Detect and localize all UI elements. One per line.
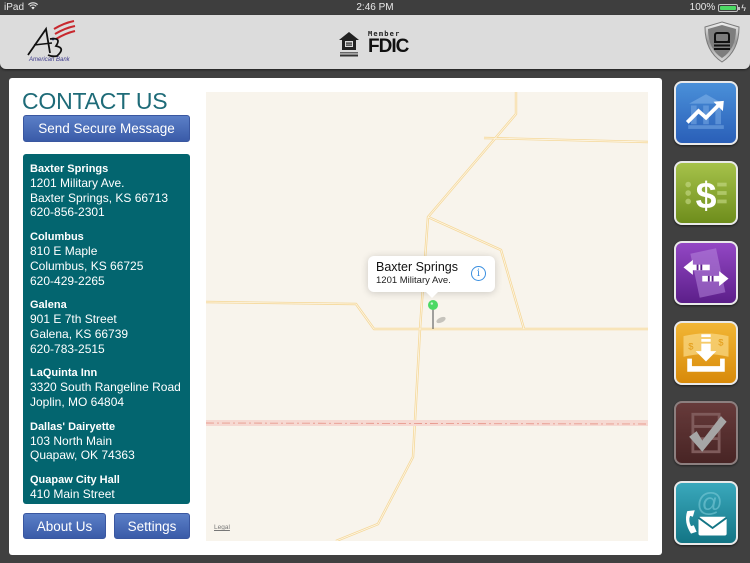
svg-text:$: $ (718, 338, 724, 348)
location-address: 410 Main Street (30, 487, 115, 502)
bank-name: American Bank (29, 57, 70, 63)
map-pin-icon (428, 300, 446, 329)
location-name: LaQuinta Inn (30, 367, 98, 380)
location-address: 3320 South Rangeline Road (30, 380, 181, 395)
info-icon[interactable]: i (471, 266, 486, 281)
map-callout[interactable]: Baxter Springs 1201 Military Ave. i (368, 256, 495, 298)
ab-logo-icon (27, 20, 76, 58)
location-item[interactable]: Baxter Springs 1201 Military Ave. Baxter… (30, 162, 183, 220)
phone-mail-icon: @ (686, 487, 728, 536)
app-header: American Bank Member FDIC (0, 15, 750, 69)
location-address: 810 E Maple (30, 244, 98, 259)
clock: 2:46 PM (356, 2, 394, 13)
american-bank-logo: American Bank (24, 19, 80, 67)
location-city: Baxter Springs, KS 66713 (30, 190, 169, 205)
checkmark-icon (689, 412, 727, 454)
location-item[interactable]: Dallas' Dairyette 103 North Main Quapaw,… (30, 420, 183, 463)
location-item[interactable]: Quapaw City Hall 410 Main Street (30, 473, 183, 502)
transfer-arrows-icon (683, 248, 729, 298)
status-bar: iPad 2:46 PM 100% ϟ (0, 0, 750, 15)
secure-lock-button[interactable] (702, 21, 742, 63)
nav-approvals-button[interactable] (674, 401, 738, 465)
callout-subtitle: 1201 Military Ave. (376, 275, 451, 286)
contact-panel: CONTACT US Send Secure Message Baxter Sp… (9, 78, 662, 555)
fdic-badge: Member FDIC (368, 30, 412, 56)
location-phone[interactable]: 620-783-2515 (30, 342, 183, 357)
location-city: Galena, KS 66739 (30, 326, 129, 341)
map-view[interactable]: Baxter Springs 1201 Military Ave. i Lega… (206, 92, 648, 541)
location-city: Columbus, KS 66725 (30, 258, 144, 273)
svg-text:$: $ (688, 341, 694, 351)
location-name: Columbus (30, 231, 84, 244)
deposit-download-icon: $ $ (683, 333, 729, 372)
svg-text:@: @ (696, 487, 723, 517)
nav-accounts-button[interactable] (674, 81, 738, 145)
page-title: CONTACT US (22, 88, 168, 114)
send-secure-message-button[interactable]: Send Secure Message (23, 115, 190, 142)
road (335, 92, 518, 541)
location-phone[interactable]: 620-856-2301 (30, 205, 183, 220)
bank-chart-icon (685, 94, 724, 129)
about-us-button[interactable]: About Us (23, 513, 106, 539)
fdic-label: FDIC (368, 36, 409, 57)
location-name: Dallas' Dairyette (30, 420, 116, 433)
location-address: 901 E 7th Street (30, 312, 117, 327)
shield-lock-icon (704, 21, 740, 63)
nav-transfers-button[interactable] (674, 241, 738, 305)
location-item[interactable]: Columbus 810 E Maple Columbus, KS 66725 … (30, 230, 183, 288)
location-address: 103 North Main (30, 433, 113, 448)
settings-button[interactable]: Settings (114, 513, 190, 539)
location-city: Joplin, MO 64804 (30, 395, 125, 410)
location-name: Galena (30, 299, 67, 312)
charging-icon: ϟ (741, 2, 746, 13)
nav-contact-button[interactable]: @ (674, 481, 738, 545)
location-address: 1201 Military Ave. (30, 176, 125, 190)
location-phone[interactable]: 620-429-2265 (30, 274, 183, 289)
nav-deposit-button[interactable]: $ $ (674, 321, 738, 385)
nav-bill-pay-button[interactable]: $ (674, 161, 738, 225)
svg-text:$: $ (696, 174, 717, 216)
location-item[interactable]: Galena 901 E 7th Street Galena, KS 66739… (30, 298, 183, 356)
location-name: Baxter Springs (30, 163, 109, 175)
battery-percent: 100% (689, 2, 716, 13)
road (206, 300, 648, 331)
location-city: Quapaw, OK 74363 (30, 448, 135, 463)
map-pin[interactable] (428, 300, 446, 330)
battery-icon (718, 3, 741, 12)
location-name: Quapaw City Hall (30, 474, 120, 487)
map-legal-link[interactable]: Legal (214, 524, 230, 531)
map-roads (206, 92, 648, 541)
dollar-icon: $ (685, 174, 727, 216)
locations-list[interactable]: Baxter Springs 1201 Military Ave. Baxter… (23, 154, 190, 504)
equal-housing-lender-icon (338, 31, 360, 57)
location-item[interactable]: LaQuinta Inn 3320 South Rangeline Road J… (30, 366, 183, 409)
